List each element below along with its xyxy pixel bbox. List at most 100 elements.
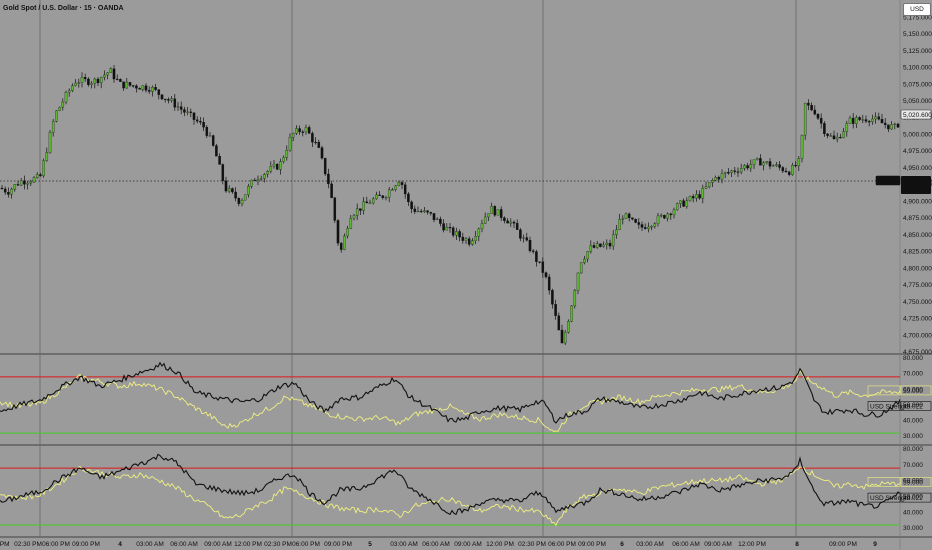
candle-body bbox=[250, 179, 253, 187]
candle-body bbox=[64, 92, 68, 103]
indicator2-tick-label: 30.000 bbox=[903, 525, 923, 532]
candle-body bbox=[26, 182, 29, 185]
candle-body bbox=[333, 197, 337, 221]
candle-body bbox=[160, 94, 164, 100]
candle-body bbox=[7, 192, 10, 195]
time-tick-label: 12:00 PM bbox=[738, 541, 766, 548]
candle-body bbox=[474, 236, 477, 241]
candle-body bbox=[560, 329, 564, 344]
candle-body bbox=[442, 223, 445, 231]
candle-body bbox=[115, 78, 119, 80]
candle-body bbox=[768, 161, 772, 167]
candle-body bbox=[83, 77, 87, 80]
eur-strength-line bbox=[0, 370, 901, 433]
candle-body bbox=[493, 206, 497, 216]
price-tick-label: 5,000.000 bbox=[903, 131, 932, 138]
candle-body bbox=[874, 116, 877, 120]
candle-body bbox=[368, 202, 372, 204]
candle-body bbox=[743, 165, 746, 169]
candle-body bbox=[39, 174, 42, 177]
candle-body bbox=[749, 164, 753, 169]
candle-body bbox=[419, 210, 423, 213]
candle-body bbox=[736, 171, 740, 173]
chart-canvas[interactable]: 5,175.0005,150.0005,125.0005,100.0005,07… bbox=[0, 0, 932, 550]
candle-body bbox=[208, 135, 212, 137]
indicator2-tick-label: 80.000 bbox=[903, 446, 923, 453]
candle-body bbox=[887, 124, 890, 130]
candle-body bbox=[195, 119, 199, 122]
candle-body bbox=[253, 179, 257, 182]
candle-body bbox=[871, 118, 874, 122]
candle-body bbox=[506, 220, 509, 224]
candle-body bbox=[765, 161, 769, 163]
candle-body bbox=[605, 242, 609, 246]
candle-body bbox=[237, 197, 241, 204]
candle-body bbox=[499, 209, 503, 218]
candle-body bbox=[759, 158, 762, 166]
candle-body bbox=[58, 106, 61, 111]
candle-body bbox=[707, 182, 711, 187]
candle-body bbox=[576, 272, 580, 291]
candle-body bbox=[359, 208, 362, 211]
candle-body bbox=[307, 127, 311, 134]
candle-body bbox=[791, 165, 794, 175]
candle-body bbox=[845, 123, 849, 132]
candle-body bbox=[547, 276, 551, 291]
candle-body bbox=[416, 210, 420, 213]
candle-body bbox=[775, 164, 778, 166]
candle-body bbox=[531, 250, 535, 252]
candle-body bbox=[813, 109, 817, 115]
candle-body bbox=[739, 168, 743, 173]
candle-body bbox=[896, 123, 900, 128]
price-tick-label: 5,050.000 bbox=[903, 98, 932, 105]
currency-button[interactable]: USD bbox=[903, 3, 931, 16]
candle-body bbox=[99, 77, 103, 84]
time-tick-label: 06:00 PM bbox=[292, 541, 320, 548]
time-tick-label: 09:00 AM bbox=[204, 541, 231, 548]
candle-body bbox=[227, 188, 231, 192]
candle-body bbox=[832, 135, 836, 140]
candle-body bbox=[864, 119, 868, 122]
time-tick-label: 9 bbox=[873, 541, 877, 548]
candle-body bbox=[19, 180, 23, 186]
candle-body bbox=[589, 245, 593, 252]
candle-body bbox=[215, 145, 218, 157]
candle-body bbox=[323, 157, 327, 175]
candle-body bbox=[541, 261, 545, 273]
candle-body bbox=[675, 203, 679, 211]
candle-body bbox=[301, 131, 305, 133]
time-tick-label: 02:30 PM bbox=[518, 541, 546, 548]
candle-body bbox=[23, 180, 26, 185]
candle-body bbox=[627, 213, 631, 219]
candle-body bbox=[525, 237, 529, 241]
candle-body bbox=[407, 193, 410, 203]
candle-body bbox=[291, 133, 295, 138]
time-tick-label: 03:00 AM bbox=[390, 541, 417, 548]
candle-body bbox=[867, 121, 871, 123]
candle-body bbox=[695, 194, 698, 199]
candle-body bbox=[304, 127, 308, 133]
time-tick-label: 06:00 AM bbox=[672, 541, 699, 548]
candle-body bbox=[720, 173, 724, 180]
candle-body bbox=[74, 82, 77, 86]
time-tick-label: 4 bbox=[118, 541, 122, 548]
candle-body bbox=[688, 196, 692, 201]
candle-body bbox=[483, 216, 487, 224]
candle-body bbox=[807, 102, 810, 106]
candle-body bbox=[176, 106, 180, 108]
candle-body bbox=[653, 223, 657, 227]
candle-body bbox=[714, 177, 717, 181]
candle-body bbox=[669, 213, 673, 216]
candle-body bbox=[573, 290, 577, 307]
candle-body bbox=[848, 117, 852, 124]
candle-body bbox=[563, 332, 567, 344]
candle-body bbox=[861, 119, 865, 121]
candle-body bbox=[538, 261, 541, 263]
candle-body bbox=[218, 155, 221, 165]
price-tick-label: 4,975.000 bbox=[903, 148, 932, 155]
indicator1-usd-value: 49.022 bbox=[903, 404, 923, 411]
trading-chart[interactable]: 5,175.000 5,150.000 5,125.000 5,100.000 5,07… bbox=[0, 0, 932, 550]
candle-body bbox=[391, 189, 394, 191]
candle-body bbox=[880, 119, 884, 124]
candle-body bbox=[595, 243, 599, 248]
